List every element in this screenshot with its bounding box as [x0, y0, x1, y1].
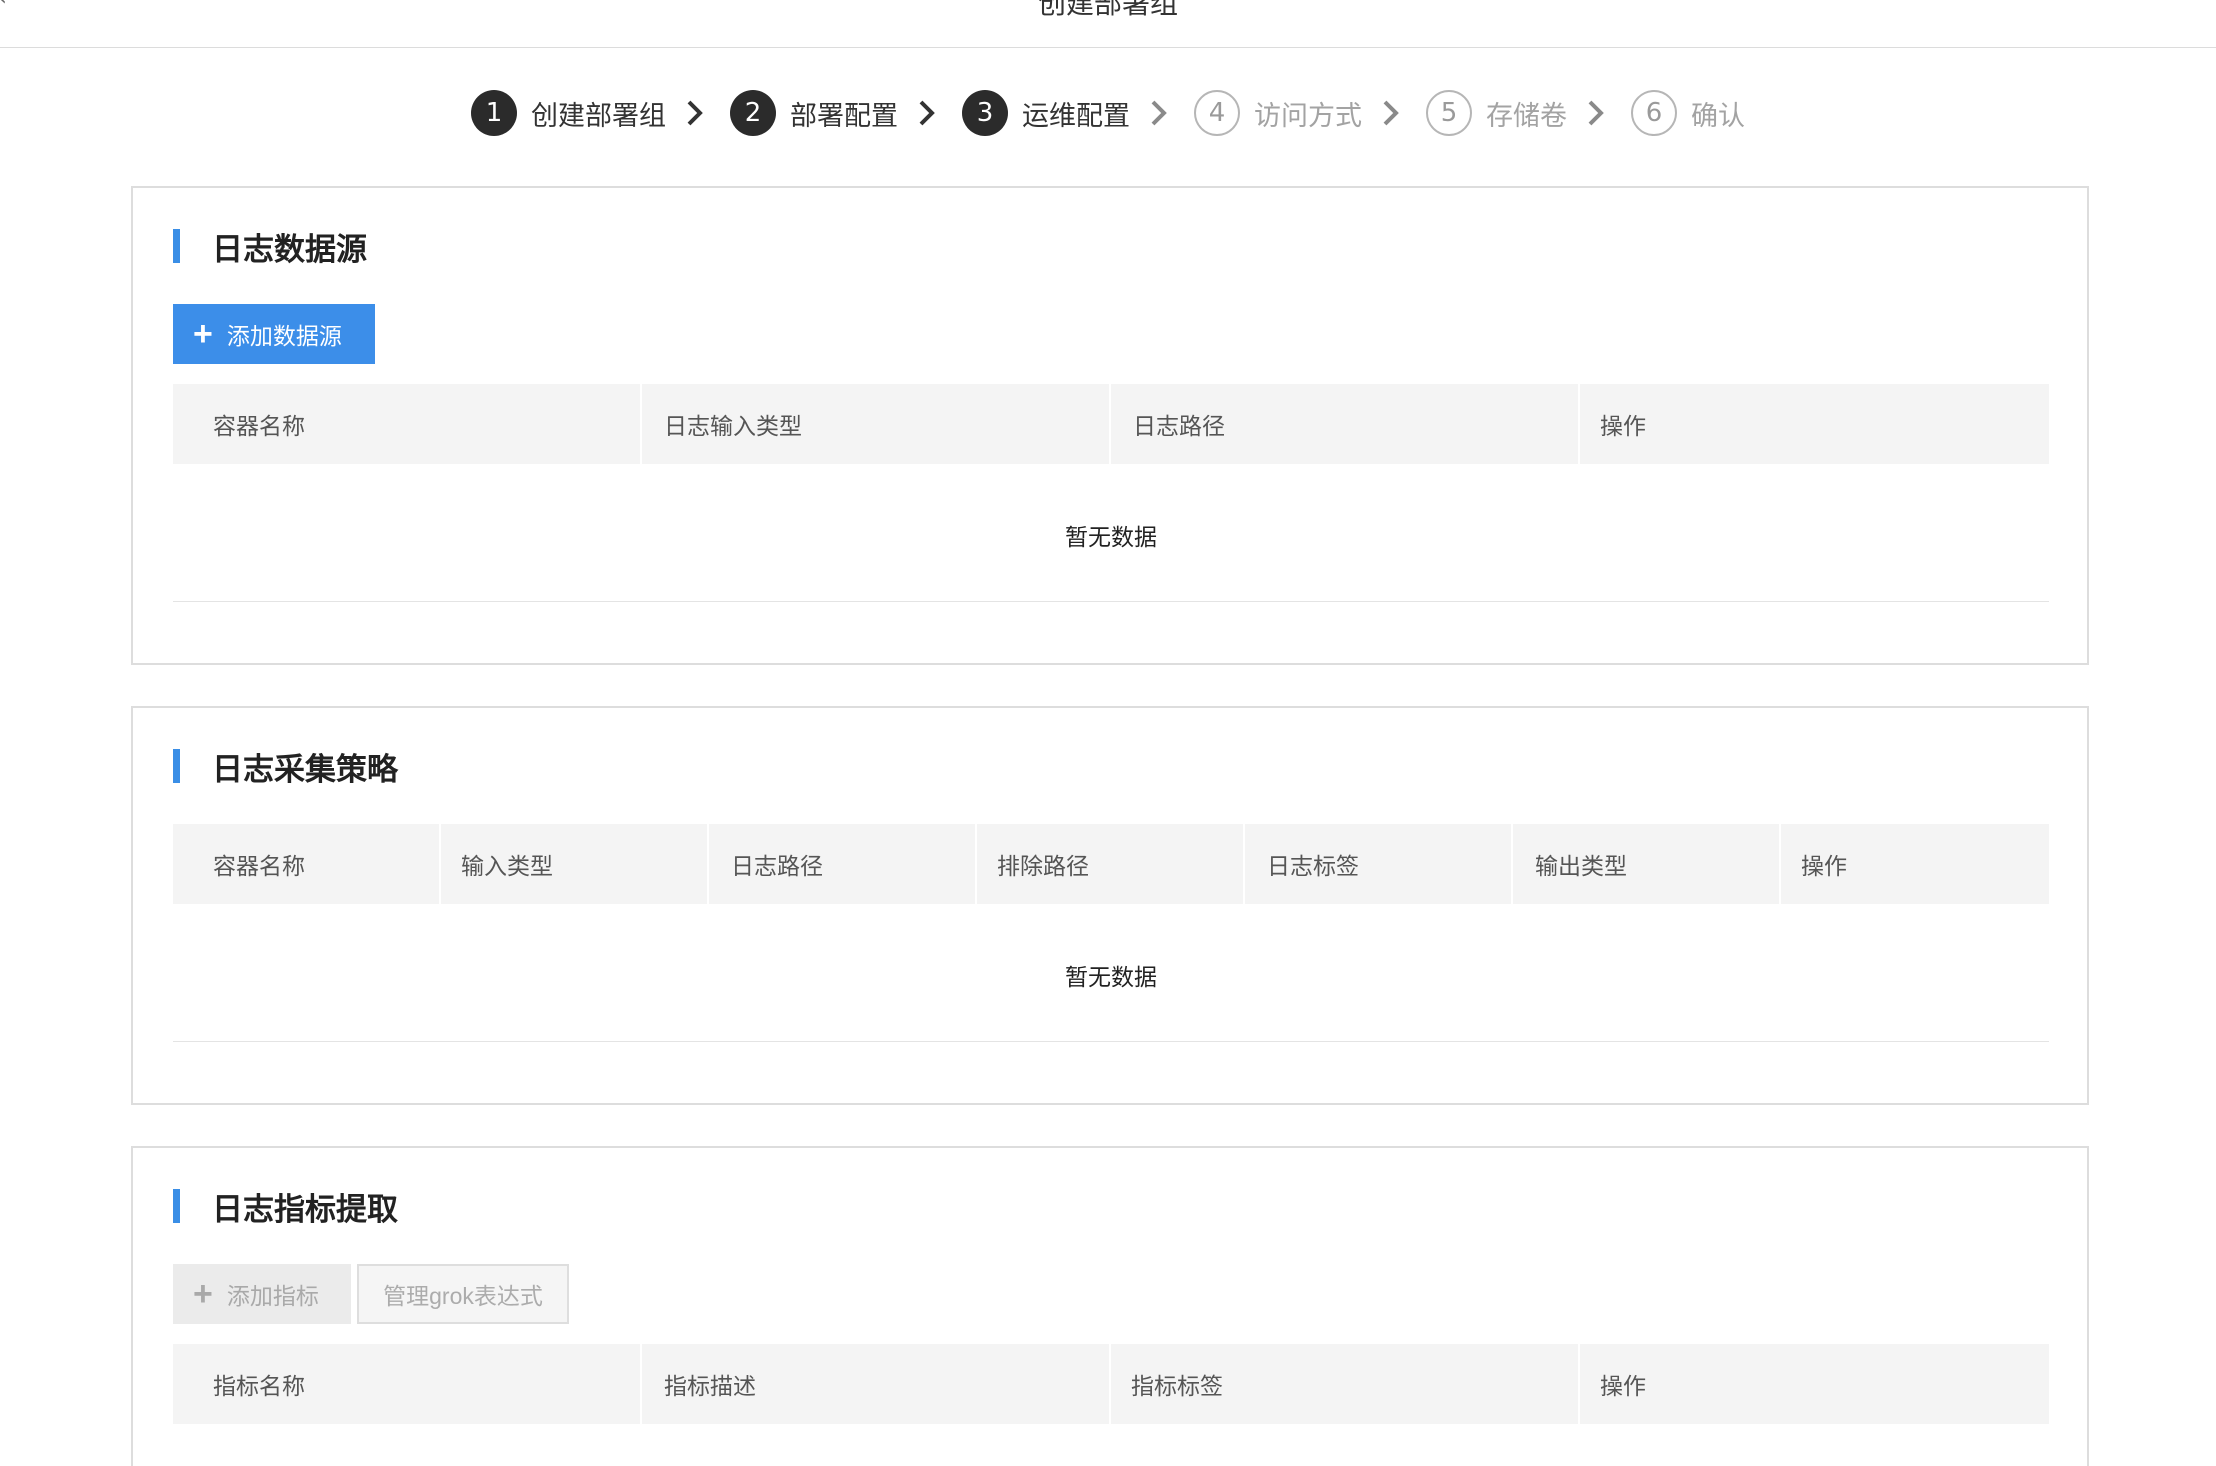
button-label: 管理grok表达式 [383, 1283, 543, 1309]
column-header: 容器名称 [173, 824, 441, 904]
chevron-right-icon [1380, 99, 1402, 127]
log-metrics-card: 日志指标提取 + 添加指标 管理grok表达式 指标名称 指标描述 指标标签 操… [131, 1146, 2089, 1466]
empty-state: 暂无数据 [1065, 965, 1157, 991]
table-header: 容器名称 输入类型 日志路径 排除路径 日志标签 输出类型 操作 [173, 824, 2049, 904]
column-header: 指标描述 [642, 1344, 1111, 1424]
step-number: 4 [1194, 90, 1240, 136]
column-header: 排除路径 [977, 824, 1245, 904]
step-number: 2 [730, 90, 776, 136]
chevron-right-icon [1148, 99, 1170, 127]
section-header: 日志采集策略 [173, 748, 398, 788]
table-header: 容器名称 日志输入类型 日志路径 操作 [173, 384, 2049, 464]
column-header: 操作 [1600, 414, 1646, 440]
manage-grok-button[interactable]: 管理grok表达式 [357, 1264, 569, 1324]
divider [173, 1041, 2049, 1042]
step-number: 6 [1631, 90, 1677, 136]
divider [173, 601, 2049, 602]
section-accent-bar [173, 749, 180, 783]
section-title: 日志指标提取 [212, 1191, 398, 1228]
column-header: 日志输入类型 [642, 384, 1111, 464]
empty-state: 暂无数据 [1065, 525, 1157, 551]
plus-icon: + [193, 1275, 213, 1313]
column-header: 操作 [1600, 1374, 1646, 1400]
column-header: 输入类型 [441, 824, 709, 904]
section-accent-bar [173, 1189, 180, 1223]
column-header: 指标名称 [173, 1344, 642, 1424]
section-title: 日志数据源 [212, 231, 367, 268]
section-header: 日志指标提取 [173, 1188, 398, 1228]
log-datasource-card: 日志数据源 + 添加数据源 容器名称 日志输入类型 日志路径 操作 暂无数据 [131, 186, 2089, 665]
plus-icon: + [193, 315, 213, 353]
add-metric-button[interactable]: + 添加指标 [173, 1264, 351, 1324]
step-number: 3 [962, 90, 1008, 136]
section-accent-bar [173, 229, 180, 263]
step-6[interactable]: 6 确认 [1631, 90, 1745, 136]
column-header: 日志路径 [1111, 384, 1580, 464]
chevron-right-icon [684, 99, 706, 127]
step-5[interactable]: 5 存储卷 [1426, 90, 1567, 136]
step-1[interactable]: 1 创建部署组 [471, 90, 666, 136]
stepper: 1 创建部署组 2 部署配置 3 运维配置 4 访问方式 5 存储卷 6 确认 [0, 84, 2216, 142]
step-3[interactable]: 3 运维配置 [962, 90, 1130, 136]
add-datasource-button[interactable]: + 添加数据源 [173, 304, 375, 364]
step-label: 部署配置 [790, 100, 898, 132]
step-label: 运维配置 [1022, 100, 1130, 132]
column-header: 日志路径 [709, 824, 977, 904]
chevron-right-icon [916, 99, 938, 127]
step-label: 创建部署组 [531, 100, 666, 132]
step-number: 1 [471, 90, 517, 136]
column-header: 日志标签 [1245, 824, 1513, 904]
log-strategy-card: 日志采集策略 容器名称 输入类型 日志路径 排除路径 日志标签 输出类型 操作 … [131, 706, 2089, 1105]
page-title: 创建部署组 [1037, 0, 1178, 20]
column-header: 指标标签 [1111, 1344, 1580, 1424]
button-label: 添加指标 [226, 1283, 319, 1309]
step-4[interactable]: 4 访问方式 [1194, 90, 1362, 136]
chevron-right-icon [1585, 99, 1607, 127]
step-label: 访问方式 [1254, 100, 1362, 132]
button-label: 添加数据源 [226, 323, 342, 349]
step-label: 确认 [1691, 100, 1745, 132]
top-bar: ‹ 创建部署组 [0, 0, 2216, 48]
step-number: 5 [1426, 90, 1472, 136]
section-header: 日志数据源 [173, 228, 367, 268]
column-header: 输出类型 [1513, 824, 1781, 904]
step-label: 存储卷 [1486, 100, 1567, 132]
section-title: 日志采集策略 [212, 751, 398, 788]
step-2[interactable]: 2 部署配置 [730, 90, 898, 136]
column-header: 容器名称 [173, 384, 642, 464]
column-header: 操作 [1801, 854, 1847, 880]
table-header: 指标名称 指标描述 指标标签 操作 [173, 1344, 2049, 1424]
